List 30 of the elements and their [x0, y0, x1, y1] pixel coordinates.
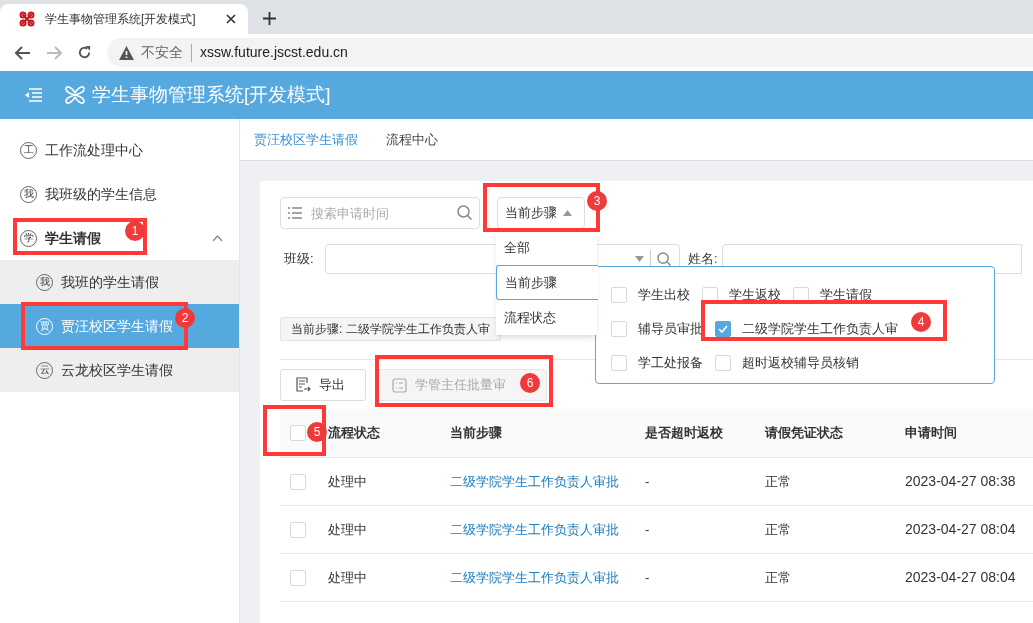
checkbox-label: 学生出校 — [638, 286, 690, 305]
url-text: xssw.future.jscst.edu.cn — [200, 43, 348, 62]
tab-title: 学生事物管理系统[开发模式] — [45, 11, 196, 28]
table-cell-text: 正常 — [765, 568, 792, 587]
column-header: 申请时间 — [905, 424, 958, 443]
security-label: 不安全 — [141, 43, 183, 62]
table-cell-text: 处理中 — [328, 568, 368, 587]
checkbox-label: 学生请假 — [820, 286, 872, 305]
table-cell-text: 正常 — [765, 520, 792, 539]
column-header: 当前步骤 — [450, 424, 503, 443]
table-cell-text: 2023-04-27 08:04 — [905, 520, 1017, 539]
table-cell-text: - — [645, 568, 651, 587]
table-cell-text: - — [645, 472, 651, 491]
app-title: 学生事物管理系统[开发模式] — [92, 82, 331, 107]
checkbox-label: 学生返校 — [729, 286, 781, 305]
table-cell-text: 2023-04-27 08:04 — [905, 568, 1017, 587]
filter-tag: 当前步骤: 二级学院学生工作负责人审 — [280, 317, 501, 341]
table-cell-text: 处理中 — [328, 520, 368, 539]
column-header: 请假凭证状态 — [765, 424, 844, 443]
class-label: 班级: — [284, 250, 315, 269]
checkbox-label: 二级学院学生工作负责人审 — [742, 320, 898, 339]
column-header: 是否超时返校 — [645, 424, 724, 443]
checkbox-label: 超时返校辅导员核销 — [742, 354, 859, 373]
table-cell-text: - — [645, 520, 651, 539]
table-cell-text: 正常 — [765, 472, 792, 491]
name-label: 姓名: — [688, 250, 719, 269]
column-header: 流程状态 — [328, 424, 381, 443]
table-cell-text: 2023-04-27 08:38 — [905, 472, 1017, 491]
checkbox-label: 学工处报备 — [638, 354, 703, 373]
table-cell-text: 处理中 — [328, 472, 368, 491]
